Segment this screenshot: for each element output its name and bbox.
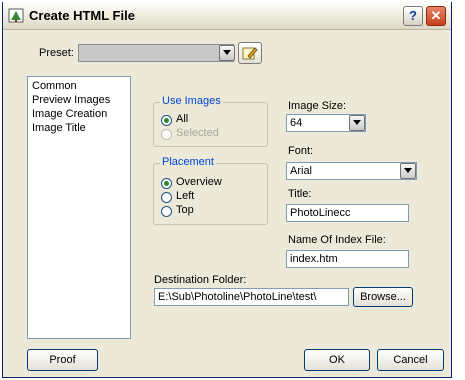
help-button[interactable]: ? — [403, 6, 423, 26]
close-button[interactable]: ✕ — [426, 6, 446, 26]
chevron-down-icon[interactable] — [400, 163, 416, 179]
preset-label: Preset: — [39, 47, 74, 59]
tree-icon — [8, 8, 24, 23]
destination-label: Destination Folder: — [154, 274, 247, 286]
image-size-label: Image Size: — [288, 100, 347, 112]
list-item-common[interactable]: Common — [32, 80, 77, 92]
index-file-label: Name Of Index File: — [288, 234, 386, 246]
placement-legend: Placement — [160, 156, 216, 168]
cancel-button[interactable]: Cancel — [377, 349, 444, 371]
radio-selected — [161, 129, 172, 140]
font-label: Font: — [288, 145, 314, 157]
proof-button[interactable]: Proof — [27, 349, 98, 371]
ok-button[interactable]: OK — [304, 349, 370, 371]
list-item-preview-images[interactable]: Preview Images — [32, 94, 110, 106]
preset-edit-button[interactable] — [238, 42, 262, 64]
radio-all[interactable] — [161, 115, 172, 126]
radio-selected-label: Selected — [176, 127, 219, 139]
font-select[interactable]: Arial — [286, 162, 417, 180]
use-images-group: Use Images All Selected — [153, 95, 268, 147]
radio-overview-label: Overview — [176, 176, 222, 188]
title-input[interactable]: PhotoLinecc — [286, 204, 409, 222]
radio-left-label: Left — [176, 190, 195, 202]
destination-input[interactable]: E:\Sub\Photoline\PhotoLine\test\ — [154, 288, 349, 306]
list-item-image-creation[interactable]: Image Creation — [32, 108, 107, 120]
radio-top-label: Top — [176, 204, 194, 216]
radio-top[interactable] — [161, 206, 172, 217]
pencil-icon — [242, 47, 258, 60]
chevron-down-icon[interactable] — [349, 115, 365, 131]
create-html-dialog: Create HTML File ? ✕ Preset: Common Prev… — [2, 2, 452, 378]
use-images-legend: Use Images — [160, 95, 223, 107]
list-item-image-title[interactable]: Image Title — [32, 122, 86, 134]
title-bar: Create HTML File ? ✕ — [3, 2, 451, 30]
title-label: Title: — [288, 188, 312, 200]
radio-all-label: All — [176, 113, 189, 125]
placement-group: Placement Overview Left Top — [153, 156, 268, 225]
category-list: Common Preview Images Image Creation Ima… — [27, 76, 131, 339]
radio-overview[interactable] — [161, 178, 172, 189]
window-title: Create HTML File — [29, 8, 135, 23]
preset-select[interactable] — [78, 44, 234, 62]
index-file-input[interactable]: index.htm — [286, 250, 409, 268]
chevron-down-icon[interactable] — [219, 45, 235, 61]
browse-button[interactable]: Browse... — [353, 287, 413, 307]
radio-left[interactable] — [161, 192, 172, 203]
